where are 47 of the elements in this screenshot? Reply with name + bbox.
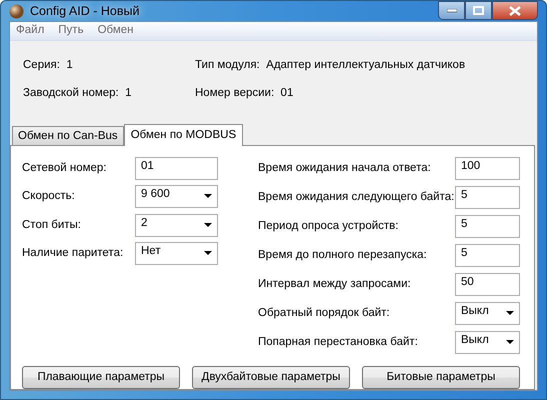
- window-title: Config AID - Новый: [30, 2, 140, 20]
- input-field[interactable]: 5: [455, 186, 520, 209]
- dropdown[interactable]: Выкл: [455, 331, 520, 354]
- field-label: Время до полного перезапуска:: [258, 248, 428, 263]
- menu-item[interactable]: Обмен: [98, 22, 134, 40]
- close-button[interactable]: [492, 1, 538, 20]
- info-text: Заводской номер: 1: [23, 86, 133, 102]
- tab[interactable]: Обмен по Can-Bus: [12, 126, 124, 145]
- dropdown[interactable]: 9 600: [135, 185, 218, 208]
- field-label: Сетевой номер:: [22, 160, 108, 176]
- params-button[interactable]: Плавающие параметры: [22, 366, 180, 389]
- caret-icon: [204, 222, 212, 228]
- caret-icon: [204, 251, 212, 256]
- field-label: Скорость:: [22, 189, 76, 204]
- field-label: Стоп биты:: [22, 218, 82, 233]
- input-field[interactable]: 5: [455, 215, 520, 238]
- dropdown[interactable]: Выкл: [455, 302, 520, 325]
- field-label: Обратный порядок байт:: [258, 306, 391, 321]
- input-field[interactable]: 01: [135, 156, 218, 180]
- info-text: Тип модуля: Адаптер интеллектуальных датчиков: [195, 58, 466, 73]
- field-label: Период опроса устройств:: [258, 218, 400, 234]
- caret-icon: [506, 340, 514, 345]
- menu-item[interactable]: Файл: [16, 22, 44, 40]
- params-button[interactable]: Двухбайтовые параметры: [192, 366, 350, 389]
- minimize-button[interactable]: [438, 1, 465, 20]
- menu-item[interactable]: Путь: [58, 22, 84, 40]
- field-label: Наличие паритета:: [22, 246, 124, 262]
- caret-icon: [506, 311, 514, 316]
- tab[interactable]: Обмен по MODBUS: [124, 124, 244, 146]
- input-field[interactable]: 50: [455, 273, 520, 296]
- field-label: Попарная перестановка байт:: [258, 334, 419, 350]
- close-icon: [509, 6, 521, 16]
- info-text: Серия: 1: [23, 58, 74, 73]
- field-label: Время ожидания следующего байта:: [258, 190, 455, 205]
- params-button[interactable]: Битовые параметры: [362, 366, 520, 389]
- dropdown[interactable]: Нет: [135, 242, 218, 266]
- minimize-icon: [446, 8, 456, 12]
- maximize-button[interactable]: [465, 1, 492, 20]
- info-text: Номер версии: 01: [195, 86, 294, 102]
- dropdown[interactable]: 2: [135, 214, 218, 237]
- input-field[interactable]: 5: [455, 244, 520, 267]
- caret-icon: [204, 194, 212, 200]
- field-label: Время ожидания начала ответа:: [258, 160, 432, 176]
- maximize-icon: [473, 6, 484, 15]
- input-field[interactable]: 100: [455, 157, 520, 180]
- app-icon: [9, 4, 24, 18]
- field-label: Интервал между запросами:: [258, 276, 412, 292]
